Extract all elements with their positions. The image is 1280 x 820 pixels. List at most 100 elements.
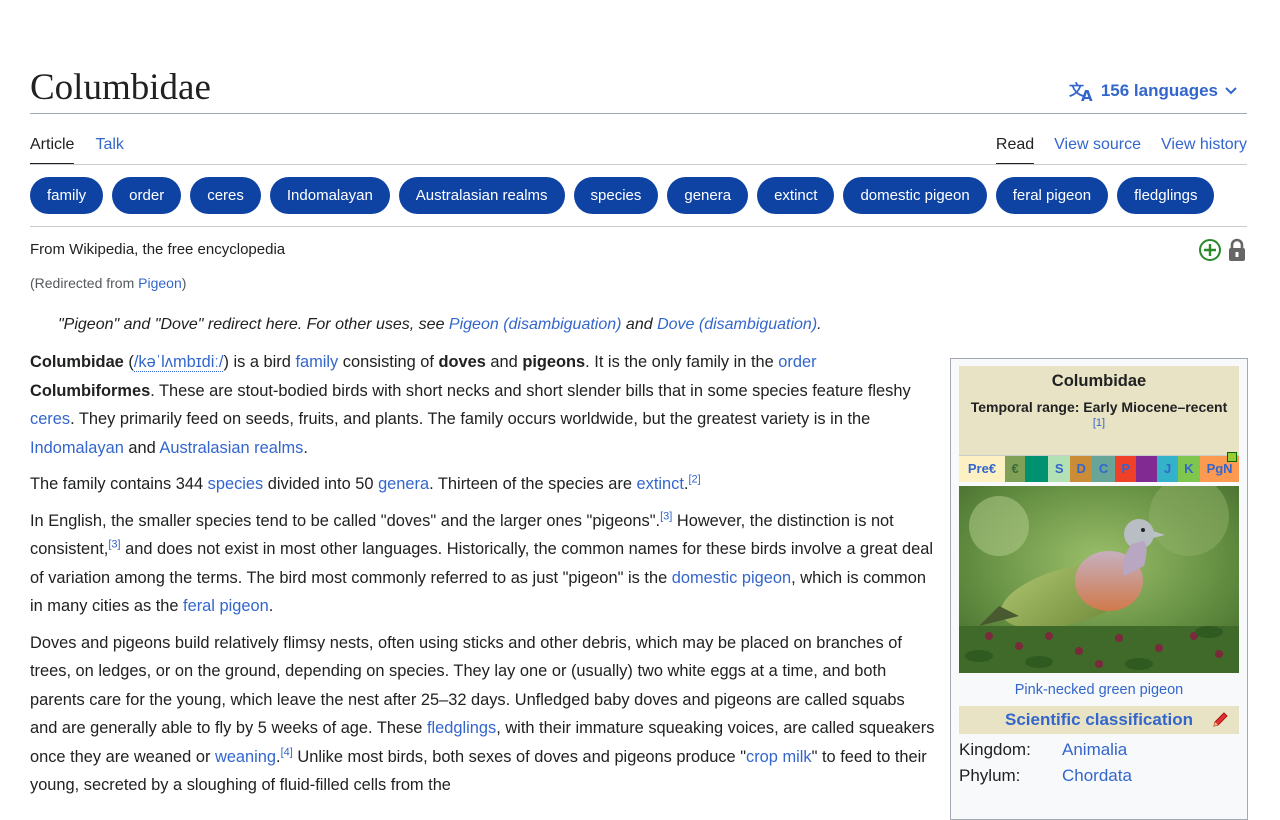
chip-ceres[interactable]: ceres (190, 177, 261, 214)
chevron-down-icon (1224, 86, 1238, 96)
australasian-realms-link[interactable]: Australasian realms (159, 439, 303, 457)
family-link[interactable]: family (295, 353, 338, 371)
period-triassic[interactable]: T (1136, 456, 1158, 482)
lock-icon[interactable] (1227, 238, 1247, 267)
chip-species[interactable]: species (573, 177, 659, 214)
languages-label: 156 languages (1100, 81, 1218, 100)
topic-chips: family order ceres Indomalayan Australas… (30, 177, 1248, 214)
page-title: Columbidae (30, 67, 211, 108)
fledglings-link[interactable]: fledglings (427, 719, 496, 737)
page-indicators (1198, 238, 1247, 267)
geologic-timescale[interactable]: Pre€ € O S D C P T J K PgN (959, 452, 1240, 482)
text: In English, the smaller species tend to … (30, 511, 661, 530)
photo-caption[interactable]: Pink-necked green pigeon (951, 682, 1247, 698)
reference-4[interactable]: [4] (281, 746, 293, 758)
svg-text:A: A (1081, 87, 1093, 102)
chip-australasian-realms[interactable]: Australasian realms (398, 177, 565, 214)
paragraph-2: The family contains 344 species divided … (30, 470, 935, 499)
view-tabs: Read View source View history (995, 136, 1247, 165)
period-carboniferous[interactable]: C (1092, 456, 1115, 482)
reference-link[interactable]: [2] (688, 474, 700, 486)
redirect-note: (Redirected from Pigeon) (30, 275, 186, 291)
reference-2[interactable]: [2] (688, 474, 700, 486)
period-jurassic[interactable]: J (1157, 456, 1178, 482)
timescale-marker (1227, 452, 1237, 462)
chip-order[interactable]: order (112, 177, 182, 214)
tab-view-source[interactable]: View source (1054, 136, 1141, 165)
tabs-divider (30, 164, 1247, 165)
translate-icon: 文A (1069, 80, 1095, 102)
chip-family[interactable]: family (30, 177, 104, 214)
reference-link[interactable]: [3] (108, 539, 120, 551)
taxonomy-value-link[interactable]: Animalia (1062, 740, 1127, 760)
period-cambrian[interactable]: € (1005, 456, 1026, 482)
bold-doves: doves (438, 353, 486, 371)
tab-talk[interactable]: Talk (95, 136, 123, 165)
period-precambrian[interactable]: Pre€ (959, 456, 1005, 482)
text: ( (123, 353, 134, 371)
taxonomy-value-link[interactable]: Chordata (1062, 766, 1132, 786)
redirect-suffix: ) (181, 275, 187, 291)
chip-genera[interactable]: genera (667, 177, 749, 214)
reference-link[interactable]: [3] (660, 510, 672, 522)
hatnote-text-3: . (817, 316, 822, 333)
bold-columbidae: Columbidae (30, 353, 124, 371)
classification-title[interactable]: Scientific classification (1005, 710, 1193, 729)
period-ordovician[interactable]: O (1025, 456, 1049, 482)
period-cretaceous[interactable]: K (1177, 456, 1201, 482)
text: divided into 50 (263, 475, 379, 493)
taxonomy-row-phylum: Phylum: Chordata (959, 760, 1239, 786)
extinct-link[interactable]: extinct (637, 475, 684, 493)
tab-view-history[interactable]: View history (1161, 136, 1247, 165)
pigeon-photo[interactable] (959, 486, 1239, 673)
hatnote-text-2: and (621, 316, 658, 333)
infobox-title: Columbidae (1051, 372, 1147, 390)
order-link[interactable]: order (778, 353, 816, 371)
chip-indomalayan[interactable]: Indomalayan (269, 177, 390, 214)
text: . (303, 438, 308, 457)
chip-fledglings[interactable]: fledglings (1117, 177, 1215, 214)
text: . They primarily feed on seeds, fruits, … (70, 410, 871, 428)
chip-feral-pigeon[interactable]: feral pigeon (995, 177, 1109, 214)
tab-read[interactable]: Read (995, 136, 1035, 165)
chip-extinct[interactable]: extinct (757, 177, 835, 214)
feral-pigeon-link[interactable]: feral pigeon (183, 597, 269, 615)
dove-disambiguation-link[interactable]: Dove (disambiguation) (657, 316, 817, 333)
infobox-header: Columbidae Temporal range: Early Miocene… (959, 366, 1239, 433)
species-link[interactable]: species (208, 475, 264, 493)
ipa-link[interactable]: /kəˈlʌmbɪdiː/ (133, 353, 224, 372)
genera-link[interactable]: genera (378, 475, 429, 493)
featured-plus-icon[interactable] (1198, 238, 1222, 267)
title-divider (30, 113, 1247, 114)
period-devonian[interactable]: D (1070, 456, 1093, 482)
indomalayan-link[interactable]: Indomalayan (30, 439, 124, 457)
reference-link[interactable]: [4] (281, 746, 293, 758)
period-permian[interactable]: P (1114, 456, 1137, 482)
hatnote-text-1: "Pigeon" and "Dove" redirect here. For o… (58, 316, 449, 333)
text: consisting of (338, 353, 439, 371)
redirect-link[interactable]: Pigeon (138, 275, 182, 291)
article-body: Columbidae (/kəˈlʌmbɪdiː/) is a bird fam… (30, 348, 935, 808)
domestic-pigeon-link[interactable]: domestic pigeon (672, 569, 791, 587)
pencil-icon[interactable] (1211, 711, 1229, 733)
temporal-range: Temporal range: Early Miocene–recent (970, 399, 1228, 415)
weaning-link[interactable]: weaning (215, 748, 276, 766)
redirect-prefix: (Redirected from (30, 275, 139, 291)
namespace-tabs: Article Talk (30, 136, 124, 165)
period-silurian[interactable]: S (1048, 456, 1071, 482)
taxonomy-row-kingdom: Kingdom: Animalia (959, 734, 1239, 760)
pigeon-disambiguation-link[interactable]: Pigeon (disambiguation) (449, 316, 622, 333)
taxonomy-key: Phylum: (959, 766, 1021, 785)
temporal-range-reference[interactable]: [1] (959, 417, 1239, 429)
chip-domestic-pigeon[interactable]: domestic pigeon (843, 177, 987, 214)
hatnote: "Pigeon" and "Dove" redirect here. For o… (58, 316, 822, 334)
reference-3[interactable]: [3] (660, 510, 672, 522)
crop-milk-link[interactable]: crop milk (746, 748, 812, 766)
paragraph-3: In English, the smaller species tend to … (30, 507, 935, 621)
ceres-link[interactable]: ceres (30, 410, 70, 428)
paragraph-1: Columbidae (/kəˈlʌmbɪdiː/) is a bird fam… (30, 348, 935, 462)
tab-article[interactable]: Article (30, 136, 75, 165)
languages-button[interactable]: 文A 156 languages (1069, 80, 1238, 102)
reference-3[interactable]: [3] (108, 539, 120, 551)
bold-pigeons: pigeons (522, 353, 586, 371)
